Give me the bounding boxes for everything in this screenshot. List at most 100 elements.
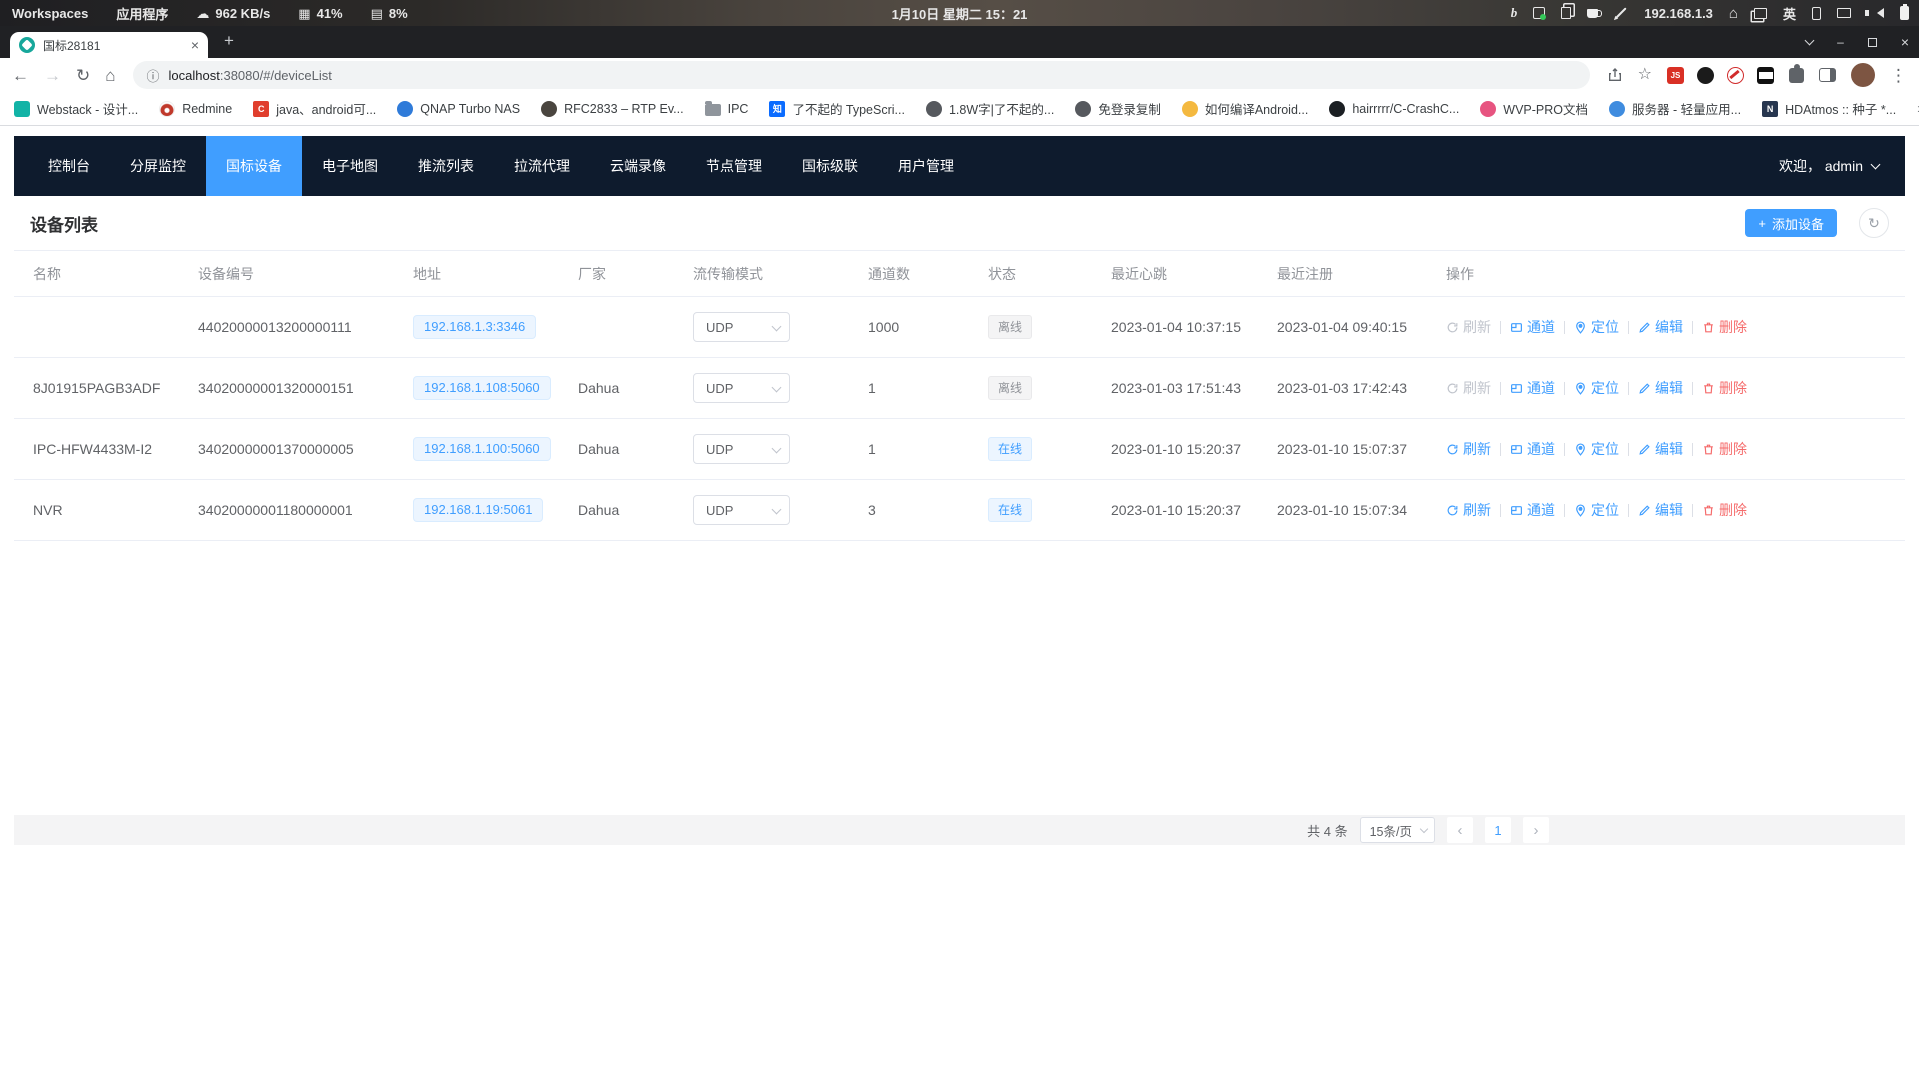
workspaces-button[interactable]: Workspaces bbox=[12, 6, 88, 21]
minimize-button[interactable]: – bbox=[1837, 35, 1844, 49]
input-language-indicator[interactable]: 英 bbox=[1783, 4, 1796, 23]
channels-action[interactable]: 通道 bbox=[1510, 439, 1555, 459]
refresh-action[interactable]: 刷新 bbox=[1446, 439, 1491, 459]
bookmark-item[interactable]: Webstack - 设计... bbox=[14, 99, 138, 118]
edit-action[interactable]: 编辑 bbox=[1638, 439, 1683, 459]
delete-action[interactable]: 删除 bbox=[1702, 439, 1747, 459]
bookmark-item[interactable]: 服务器 - 轻量应用... bbox=[1609, 99, 1741, 118]
add-device-button[interactable]: + 添加设备 bbox=[1745, 209, 1837, 237]
volume-icon[interactable] bbox=[1877, 8, 1884, 18]
edit-action[interactable]: 编辑 bbox=[1638, 500, 1683, 520]
search-tray-icon[interactable]: b bbox=[1511, 5, 1518, 21]
tab-search-icon[interactable] bbox=[1805, 36, 1815, 46]
screenshot-app-icon[interactable] bbox=[1533, 7, 1545, 19]
extension-blocker-icon[interactable] bbox=[1727, 67, 1744, 84]
stream-mode-select[interactable]: UDP bbox=[693, 373, 790, 403]
nav-item-node-manage[interactable]: 节点管理 bbox=[686, 136, 782, 196]
close-window-button[interactable]: × bbox=[1901, 34, 1909, 50]
site-info-icon[interactable]: ⓘ bbox=[147, 66, 160, 85]
bookmark-item[interactable]: IPC bbox=[705, 101, 749, 116]
refresh-action[interactable]: 刷新 bbox=[1446, 500, 1491, 520]
refresh-list-button[interactable]: ↻ bbox=[1859, 208, 1889, 238]
forward-button[interactable]: → bbox=[44, 67, 61, 84]
stream-mode-select[interactable]: UDP bbox=[693, 495, 790, 525]
clipboard-icon[interactable] bbox=[1561, 7, 1571, 19]
extension-js-icon[interactable]: JS bbox=[1667, 67, 1684, 84]
locate-action[interactable]: 定位 bbox=[1574, 378, 1619, 398]
stream-mode-select[interactable]: UDP bbox=[693, 312, 790, 342]
extension-dark-icon[interactable] bbox=[1757, 67, 1774, 84]
page-size-select[interactable]: 15条/页 bbox=[1360, 817, 1435, 843]
delete-action[interactable]: 删除 bbox=[1702, 500, 1747, 520]
nav-item-console[interactable]: 控制台 bbox=[28, 136, 110, 196]
next-page-button[interactable]: › bbox=[1523, 817, 1549, 843]
share-icon[interactable] bbox=[1607, 67, 1623, 83]
delete-action[interactable]: 删除 bbox=[1702, 317, 1747, 337]
bookmark-item[interactable]: 如何编译Android... bbox=[1182, 99, 1309, 118]
locate-action[interactable]: 定位 bbox=[1574, 500, 1619, 520]
bookmark-item[interactable]: WVP-PRO文档 bbox=[1480, 99, 1588, 118]
bookmark-item[interactable]: hairrrrr/C-CrashC... bbox=[1329, 101, 1459, 117]
extensions-puzzle-icon[interactable] bbox=[1789, 68, 1804, 83]
channels-action[interactable]: 通道 bbox=[1510, 378, 1555, 398]
prev-page-button[interactable]: ‹ bbox=[1447, 817, 1473, 843]
browser-menu-icon[interactable]: ⋮ bbox=[1890, 67, 1907, 84]
nav-item-emap[interactable]: 电子地图 bbox=[302, 136, 398, 196]
current-page-button[interactable]: 1 bbox=[1485, 817, 1511, 843]
extension-darkreader-icon[interactable] bbox=[1697, 67, 1714, 84]
tab-close-icon[interactable]: × bbox=[191, 37, 199, 53]
cpu-usage-indicator: ▦ 41% bbox=[298, 6, 342, 21]
bookmark-item[interactable]: 知了不起的 TypeScri... bbox=[769, 99, 905, 118]
nav-item-pull-proxy[interactable]: 拉流代理 bbox=[494, 136, 590, 196]
channels-action[interactable]: 通道 bbox=[1510, 317, 1555, 337]
bookmark-item[interactable]: 免登录复制 bbox=[1075, 99, 1161, 118]
user-menu[interactable]: 欢迎， admin bbox=[1779, 156, 1905, 176]
ip-address-indicator[interactable]: 192.168.1.3 bbox=[1644, 6, 1713, 21]
bookmark-item[interactable]: QNAP Turbo NAS bbox=[397, 101, 520, 117]
url-bar[interactable]: ⓘ localhost:38080/#/deviceList bbox=[133, 61, 1590, 89]
clock[interactable]: 1月10日 星期二 15：21 bbox=[892, 4, 1028, 23]
phone-link-icon[interactable] bbox=[1812, 7, 1821, 20]
folder-icon bbox=[705, 104, 721, 116]
home-button[interactable]: ⌂ bbox=[105, 67, 115, 84]
bookmark-item[interactable]: 1.8W字|了不起的... bbox=[926, 99, 1054, 118]
delete-action[interactable]: 删除 bbox=[1702, 378, 1747, 398]
reload-button[interactable]: ↻ bbox=[76, 67, 90, 84]
refresh-action[interactable]: 刷新 bbox=[1446, 317, 1491, 337]
profile-avatar[interactable] bbox=[1851, 63, 1875, 87]
caffeine-icon[interactable] bbox=[1587, 9, 1598, 18]
nav-item-push-list[interactable]: 推流列表 bbox=[398, 136, 494, 196]
side-panel-icon[interactable] bbox=[1819, 68, 1836, 82]
nav-item-gb-cascade[interactable]: 国标级联 bbox=[782, 136, 878, 196]
edit-action[interactable]: 编辑 bbox=[1638, 317, 1683, 337]
bookmark-item[interactable]: Redmine bbox=[159, 101, 232, 117]
channels-action[interactable]: 通道 bbox=[1510, 500, 1555, 520]
browser-tab[interactable]: 国标28181 × bbox=[10, 32, 208, 58]
battery-icon[interactable] bbox=[1900, 6, 1909, 20]
bookmark-star-icon[interactable]: ☆ bbox=[1638, 67, 1652, 83]
locate-action[interactable]: 定位 bbox=[1574, 439, 1619, 459]
bookmark-item[interactable]: RFC2833 – RTP Ev... bbox=[541, 101, 684, 117]
new-tab-button[interactable]: + bbox=[224, 31, 234, 51]
color-picker-icon[interactable] bbox=[1616, 7, 1627, 18]
edit-action[interactable]: 编辑 bbox=[1638, 378, 1683, 398]
nav-item-cloud-record[interactable]: 云端录像 bbox=[590, 136, 686, 196]
applications-menu[interactable]: 应用程序 bbox=[116, 4, 168, 23]
nav-item-split-monitor[interactable]: 分屏监控 bbox=[110, 136, 206, 196]
back-button[interactable]: ← bbox=[12, 67, 29, 84]
restore-button[interactable] bbox=[1868, 38, 1877, 47]
home-tray-icon[interactable]: ⌂ bbox=[1729, 6, 1738, 21]
tab-favicon bbox=[19, 37, 35, 53]
chevron-down-icon bbox=[1871, 160, 1881, 170]
nav-item-gb-devices[interactable]: 国标设备 bbox=[206, 136, 302, 196]
nav-item-user-manage[interactable]: 用户管理 bbox=[878, 136, 974, 196]
bookmark-item[interactable]: Cjava、android可... bbox=[253, 99, 376, 118]
locate-action[interactable]: 定位 bbox=[1574, 317, 1619, 337]
stream-mode-select[interactable]: UDP bbox=[693, 434, 790, 464]
cell-heartbeat: 2023-01-10 15:20:37 bbox=[1092, 480, 1258, 541]
display-icon[interactable] bbox=[1837, 8, 1851, 18]
table-row: 8J01915PAGB3ADF 34020000001320000151 192… bbox=[14, 358, 1905, 419]
window-switcher-icon[interactable] bbox=[1754, 8, 1767, 19]
bookmark-item[interactable]: NHDAtmos :: 种子 *... bbox=[1762, 99, 1896, 118]
refresh-action[interactable]: 刷新 bbox=[1446, 378, 1491, 398]
